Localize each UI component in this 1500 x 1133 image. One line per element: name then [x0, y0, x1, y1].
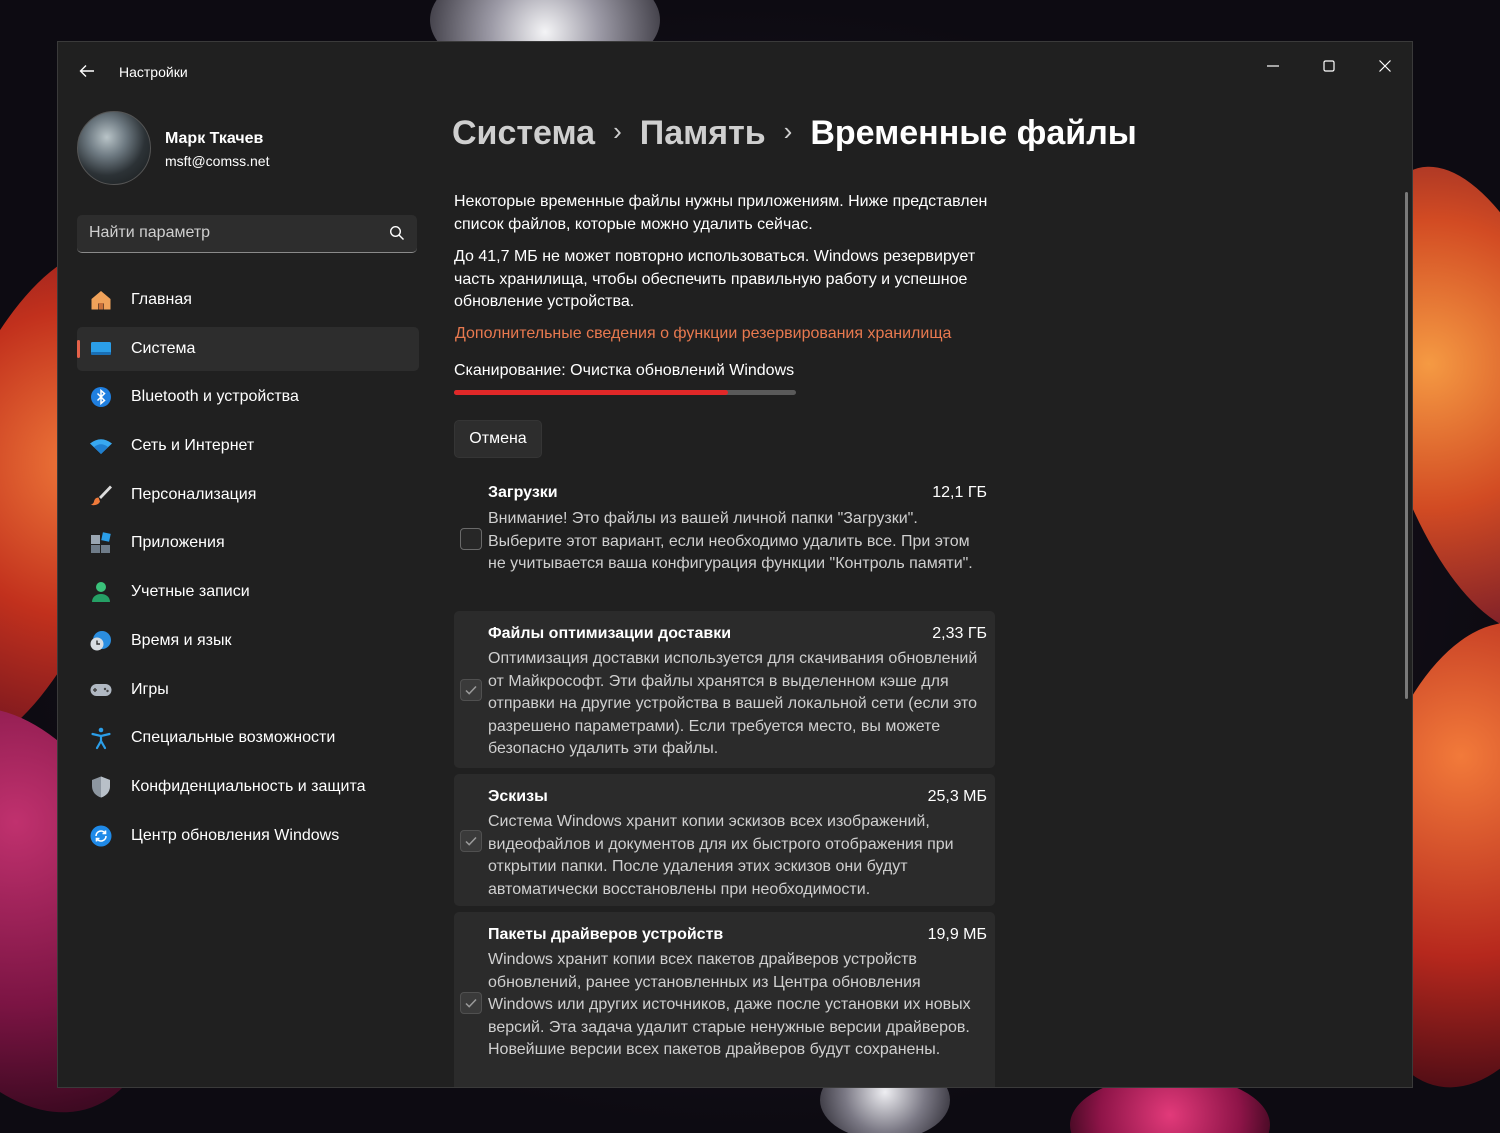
item-title: Загрузки: [488, 484, 558, 501]
user-email: msft@comss.net: [165, 153, 270, 169]
page-title: Временные файлы: [810, 114, 1137, 152]
checkmark-icon: [465, 685, 477, 695]
accessibility-icon: [91, 727, 111, 750]
sidebar-item-bluetooth[interactable]: Bluetooth и устройства: [77, 375, 419, 419]
minimize-icon: [1267, 65, 1279, 67]
sidebar-item-gaming[interactable]: Игры: [77, 668, 419, 712]
scan-progress-bar: [454, 390, 796, 395]
sidebar-item-label: Конфиденциальность и защита: [131, 777, 366, 795]
gamepad-icon: [90, 683, 112, 696]
sidebar-item-privacy[interactable]: Конфиденциальность и защита: [77, 765, 419, 809]
item-description: Windows хранит копии всех пакетов драйве…: [488, 951, 971, 1058]
user-profile[interactable]: Марк Ткачев msft@comss.net: [77, 110, 407, 190]
list-item-thumbnails[interactable]: Эскизы 25,3 МБ Система Windows хранит ко…: [454, 774, 995, 906]
back-arrow-icon: [79, 65, 94, 77]
user-name: Марк Ткачев: [165, 130, 264, 147]
thumbnails-checkbox[interactable]: [460, 830, 482, 852]
reserved-storage-link[interactable]: Дополнительные сведения о функции резерв…: [455, 325, 951, 343]
breadcrumb-separator: ›: [613, 116, 622, 146]
item-description: Оптимизация доставки используется для ск…: [488, 650, 978, 757]
item-size: 19,9 МБ: [927, 926, 987, 943]
sidebar-item-label: Персонализация: [131, 485, 257, 503]
item-title: Эскизы: [488, 788, 548, 805]
maximize-button[interactable]: [1306, 50, 1352, 88]
close-icon: [1379, 60, 1391, 72]
minimize-button[interactable]: [1250, 50, 1296, 88]
sidebar-item-label: Центр обновления Windows: [131, 826, 340, 844]
close-button[interactable]: [1362, 50, 1408, 88]
intro-text: Некоторые временные файлы нужны приложен…: [454, 193, 988, 233]
update-icon: [90, 825, 112, 847]
sidebar-item-label: Приложения: [131, 534, 225, 552]
downloads-checkbox[interactable]: [460, 528, 482, 550]
system-icon: [91, 341, 111, 355]
item-size: 2,33 ГБ: [932, 625, 987, 642]
sidebar-item-time-language[interactable]: Время и язык: [77, 619, 419, 663]
avatar: [77, 111, 151, 185]
account-icon: [92, 582, 110, 603]
item-title: Пакеты драйверов устройств: [488, 926, 724, 943]
search-icon[interactable]: [389, 225, 405, 241]
list-item-driver-packages[interactable]: Пакеты драйверов устройств 19,9 МБ Windo…: [454, 912, 995, 1087]
scrollbar[interactable]: [1405, 192, 1408, 699]
sidebar-item-label: Главная: [131, 291, 192, 308]
scan-progress-fill: [454, 390, 728, 395]
back-button[interactable]: [76, 62, 98, 84]
delivery-optimization-checkbox[interactable]: [460, 679, 482, 701]
sidebar-nav: Главная Система Bluetooth и устройства С…: [77, 278, 419, 862]
sidebar-item-label: Сеть и Интернет: [131, 437, 255, 455]
reserve-info-text: До 41,7 МБ не может повторно использоват…: [454, 248, 976, 310]
list-item-downloads[interactable]: Загрузки 12,1 ГБ Внимание! Это файлы из …: [454, 472, 995, 605]
cancel-button[interactable]: Отмена: [454, 420, 542, 458]
search-input[interactable]: [89, 215, 379, 251]
apps-icon: [91, 532, 111, 554]
sidebar-item-personalization[interactable]: Персонализация: [77, 473, 419, 517]
item-size: 12,1 ГБ: [932, 484, 987, 501]
shield-icon: [92, 776, 110, 798]
breadcrumb-separator: ›: [783, 116, 793, 146]
brush-icon: [90, 485, 112, 505]
sidebar-item-label: Игры: [131, 680, 169, 698]
sidebar-item-label: Специальные возможности: [131, 729, 336, 747]
temp-files-list: Загрузки 12,1 ГБ Внимание! Это файлы из …: [454, 472, 995, 1087]
sidebar-item-label: Время и язык: [131, 631, 232, 649]
sidebar-item-windows-update[interactable]: Центр обновления Windows: [77, 814, 419, 858]
maximize-icon: [1323, 60, 1335, 72]
home-icon: [91, 291, 111, 310]
sidebar-item-home[interactable]: Главная: [77, 278, 419, 322]
list-item-delivery-optimization[interactable]: Файлы оптимизации доставки 2,33 ГБ Оптим…: [454, 611, 995, 768]
app-title: Настройки: [119, 64, 188, 80]
item-description: Внимание! Это файлы из вашей личной папк…: [488, 510, 973, 572]
sidebar-item-accounts[interactable]: Учетные записи: [77, 570, 419, 614]
time-language-icon: [90, 630, 111, 651]
breadcrumb: Система › Память › Временные файлы: [452, 114, 1137, 153]
title-bar: Настройки: [58, 42, 1412, 102]
sidebar-item-label: Система: [131, 339, 196, 357]
item-description: Система Windows хранит копии эскизов все…: [488, 813, 954, 898]
checkmark-icon: [465, 836, 477, 846]
settings-window: Настройки Марк Ткачев msft@comss.net Гла…: [57, 41, 1413, 1088]
sidebar-item-label: Bluetooth и устройства: [131, 388, 299, 406]
scan-status: Сканирование: Очистка обновлений Windows: [454, 362, 795, 379]
item-size: 25,3 МБ: [927, 788, 987, 805]
breadcrumb-storage-link[interactable]: Память: [640, 114, 766, 152]
sidebar-item-accessibility[interactable]: Специальные возможности: [77, 716, 419, 760]
breadcrumb-system-link[interactable]: Система: [452, 114, 595, 152]
item-title: Файлы оптимизации доставки: [488, 625, 732, 642]
search-box: [77, 215, 417, 253]
bluetooth-icon: [91, 387, 111, 408]
sidebar-item-label: Учетные записи: [131, 583, 250, 601]
checkmark-icon: [465, 998, 477, 1008]
sidebar-item-system[interactable]: Система: [77, 326, 419, 371]
wifi-icon: [90, 439, 112, 455]
sidebar-item-apps[interactable]: Приложения: [77, 521, 419, 565]
sidebar-item-network[interactable]: Сеть и Интернет: [77, 424, 419, 468]
driver-packages-checkbox[interactable]: [460, 992, 482, 1014]
